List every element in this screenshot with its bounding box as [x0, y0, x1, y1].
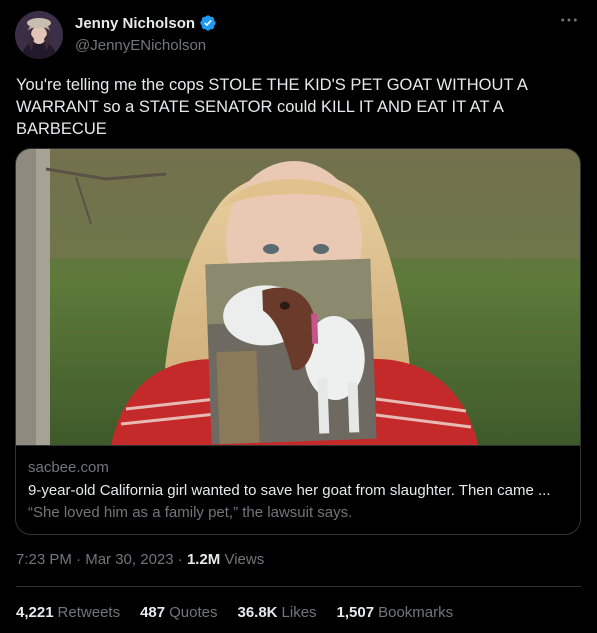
- link-card-title: 9-year-old California girl wanted to sav…: [28, 482, 551, 499]
- link-card-image: [16, 149, 580, 445]
- more-options-icon[interactable]: [559, 14, 579, 34]
- author-name-row: Jenny Nicholson: [75, 14, 217, 32]
- likes-count: 36.8K: [237, 604, 278, 621]
- tweet: Jenny Nicholson @JennyENicholson You're …: [0, 0, 597, 633]
- avatar[interactable]: [15, 11, 63, 59]
- bookmarks-label: Bookmarks: [378, 604, 454, 621]
- retweets-stat[interactable]: 4,221 Retweets: [16, 604, 120, 621]
- author-handle[interactable]: @JennyENicholson: [75, 37, 206, 54]
- engagement-stats: 4,221 Retweets 487 Quotes 36.8K Likes 1,507…: [16, 604, 453, 621]
- views-label: Views: [224, 551, 265, 568]
- bookmarks-count: 1,507: [336, 604, 375, 621]
- quotes-stat[interactable]: 487 Quotes: [140, 604, 217, 621]
- tweet-meta: 7:23 PM · Mar 30, 2023 · 1.2M Views: [16, 551, 264, 568]
- retweets-count: 4,221: [16, 604, 54, 621]
- quotes-label: Quotes: [169, 604, 218, 621]
- quotes-count: 487: [140, 604, 166, 621]
- link-card[interactable]: sacbee.com 9-year-old California girl wa…: [15, 148, 581, 535]
- meta-separator: ·: [76, 551, 82, 568]
- link-card-meta: sacbee.com 9-year-old California girl wa…: [16, 445, 580, 534]
- likes-stat[interactable]: 36.8K Likes: [237, 604, 316, 621]
- likes-label: Likes: [281, 604, 317, 621]
- tweet-date[interactable]: Mar 30, 2023: [85, 551, 173, 568]
- tweet-time[interactable]: 7:23 PM: [16, 551, 72, 568]
- verified-badge-icon: [199, 14, 217, 32]
- display-name[interactable]: Jenny Nicholson: [75, 15, 195, 32]
- link-card-description: “She loved him as a family pet,” the law…: [28, 504, 353, 521]
- divider: [16, 586, 581, 587]
- bookmarks-stat[interactable]: 1,507 Bookmarks: [337, 604, 454, 621]
- meta-separator: ·: [177, 551, 183, 568]
- tweet-text: You're telling me the cops STOLE THE KID…: [16, 76, 527, 138]
- retweets-label: Retweets: [57, 604, 121, 621]
- views-count: 1.2M: [186, 551, 221, 568]
- link-card-domain: sacbee.com: [28, 459, 109, 476]
